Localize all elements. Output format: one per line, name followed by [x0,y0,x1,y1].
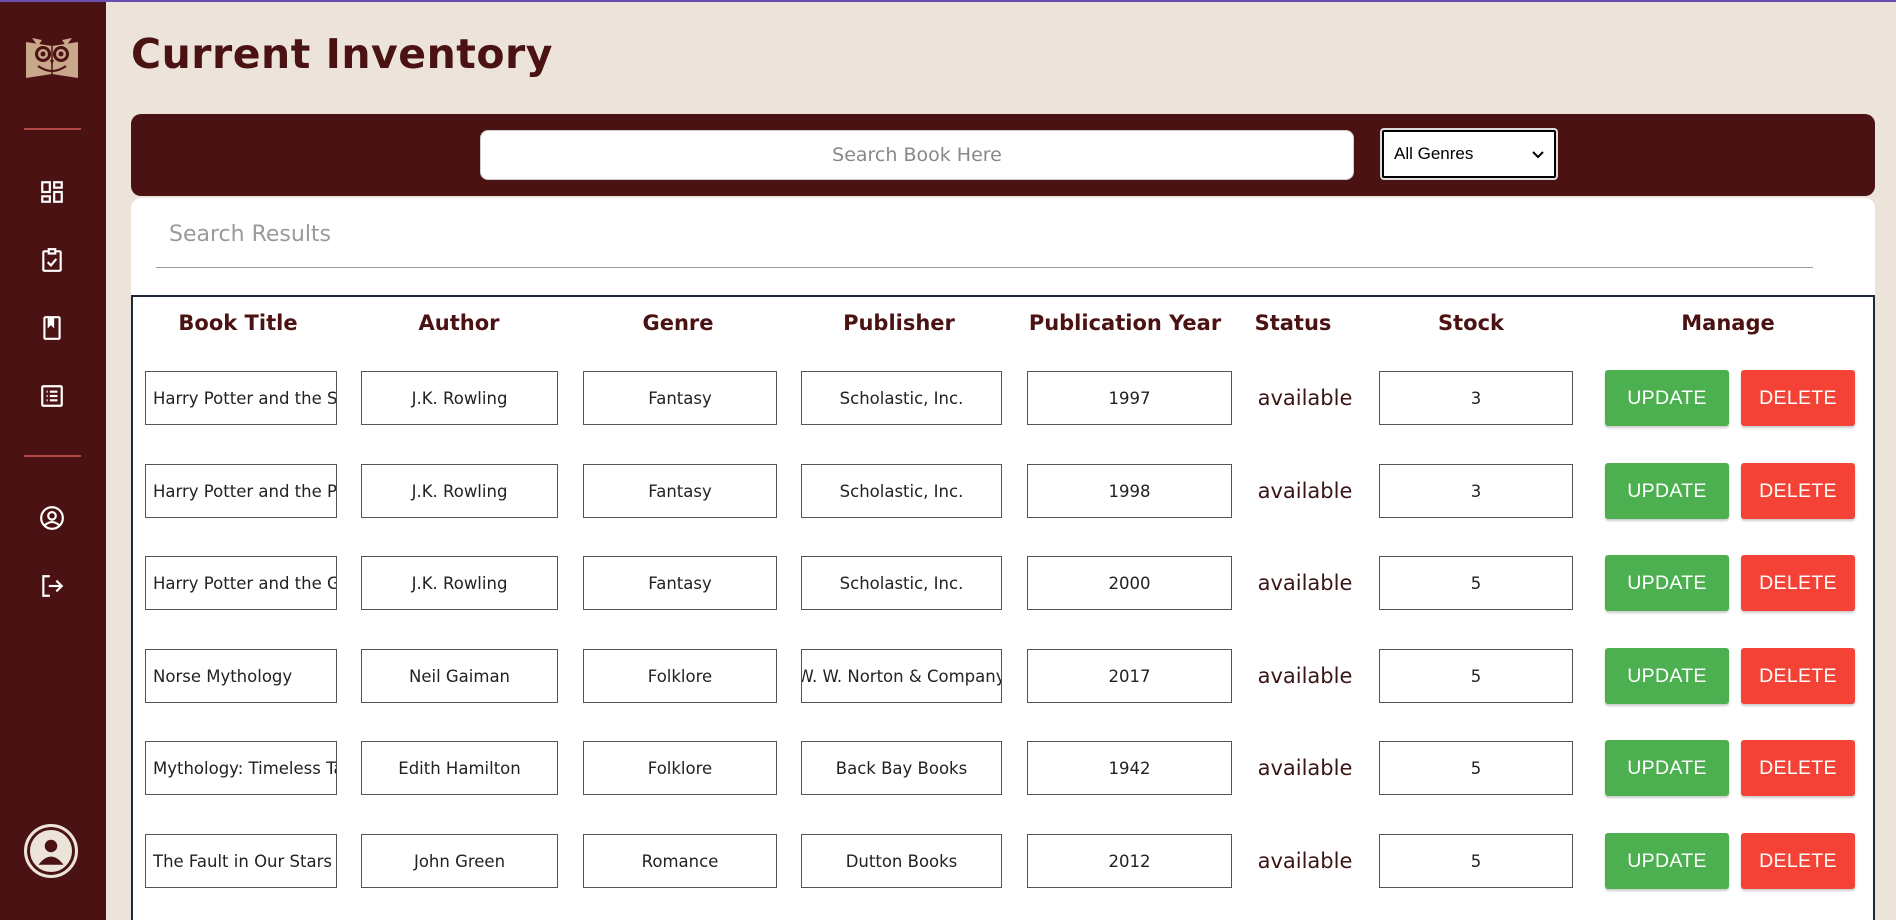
author-field[interactable]: J.K. Rowling [361,556,558,610]
status-text: available [1257,664,1353,688]
search-input[interactable] [480,130,1354,180]
update-button[interactable]: UPDATE [1605,555,1729,611]
publisher-field[interactable]: W. W. Norton & Company [801,649,1002,703]
header-manage: Manage [1681,311,1775,335]
book-title-field[interactable]: Harry Potter and the Goblet of Fire [145,556,337,610]
author-field[interactable]: J.K. Rowling [361,464,558,518]
search-bar: All Genres [131,114,1875,196]
delete-button[interactable]: DELETE [1741,555,1855,611]
genre-field[interactable]: Fantasy [583,556,777,610]
dashboard-icon[interactable] [38,178,66,206]
book-title-field[interactable]: The Fault in Our Stars [145,834,337,888]
stock-field[interactable]: 3 [1379,464,1573,518]
delete-button[interactable]: DELETE [1741,740,1855,796]
sidebar [0,2,106,920]
publisher-field[interactable]: Scholastic, Inc. [801,371,1002,425]
book-title-field[interactable]: Norse Mythology [145,649,337,703]
update-button[interactable]: UPDATE [1605,833,1729,889]
genre-field[interactable]: Romance [583,834,777,888]
logout-icon[interactable] [38,572,66,600]
book-title-field[interactable]: Harry Potter and the Prisoner of Azkaban [145,464,337,518]
delete-button[interactable]: DELETE [1741,833,1855,889]
status-text: available [1257,386,1353,410]
results-divider [156,267,1813,268]
stock-field[interactable]: 5 [1379,649,1573,703]
genre-select[interactable]: All Genres [1380,128,1558,180]
publisher-field[interactable]: Dutton Books [801,834,1002,888]
publication-year-field[interactable]: 1998 [1027,464,1232,518]
chevron-down-icon [1532,144,1544,164]
genre-field[interactable]: Fantasy [583,464,777,518]
header-publisher: Publisher [843,311,955,335]
publication-year-field[interactable]: 1942 [1027,741,1232,795]
update-button[interactable]: UPDATE [1605,463,1729,519]
stock-field[interactable]: 5 [1379,834,1573,888]
sidebar-divider [24,455,81,457]
genre-field[interactable]: Folklore [583,649,777,703]
stock-field[interactable]: 5 [1379,556,1573,610]
genre-select-value: All Genres [1394,144,1474,163]
header-genre: Genre [642,311,714,335]
publisher-field[interactable]: Back Bay Books [801,741,1002,795]
header-stock: Stock [1437,311,1504,335]
status-text: available [1257,571,1353,595]
status-text: available [1257,756,1353,780]
publisher-field[interactable]: Scholastic, Inc. [801,556,1002,610]
inventory-table: Book Title Author Genre Publisher Public… [131,295,1875,920]
header-author: Author [418,311,500,335]
sidebar-divider [24,128,81,130]
stock-field[interactable]: 3 [1379,371,1573,425]
author-field[interactable]: Neil Gaiman [361,649,558,703]
owl-book-logo-icon[interactable] [24,32,80,82]
genre-field[interactable]: Folklore [583,741,777,795]
stock-field[interactable]: 5 [1379,741,1573,795]
clipboard-check-icon[interactable] [38,246,66,274]
results-label: Search Results [169,222,332,247]
author-field[interactable]: Edith Hamilton [361,741,558,795]
account-circle-icon[interactable] [38,504,66,532]
publication-year-field[interactable]: 2012 [1027,834,1232,888]
delete-button[interactable]: DELETE [1741,370,1855,426]
status-text: available [1257,849,1353,873]
publication-year-field[interactable]: 2017 [1027,649,1232,703]
results-panel: Search Results Book Title Author Genre P… [131,198,1875,920]
page-title: Current Inventory [131,30,553,78]
header-publication-year: Publication Year [1028,311,1222,335]
publication-year-field[interactable]: 2000 [1027,556,1232,610]
publisher-field[interactable]: Scholastic, Inc. [801,464,1002,518]
person-icon [28,828,74,874]
delete-button[interactable]: DELETE [1741,648,1855,704]
book-title-field[interactable]: Harry Potter and the Sorcerer's Stone [145,371,337,425]
delete-button[interactable]: DELETE [1741,463,1855,519]
book-title-field[interactable]: Mythology: Timeless Tales of Gods and He… [145,741,337,795]
header-book-title: Book Title [178,311,298,335]
author-field[interactable]: John Green [361,834,558,888]
list-icon[interactable] [38,382,66,410]
author-field[interactable]: J.K. Rowling [361,371,558,425]
header-status: Status [1254,311,1332,335]
update-button[interactable]: UPDATE [1605,740,1729,796]
status-text: available [1257,479,1353,503]
update-button[interactable]: UPDATE [1605,648,1729,704]
update-button[interactable]: UPDATE [1605,370,1729,426]
publication-year-field[interactable]: 1997 [1027,371,1232,425]
user-avatar[interactable] [24,824,78,878]
genre-field[interactable]: Fantasy [583,371,777,425]
book-icon[interactable] [38,314,66,342]
